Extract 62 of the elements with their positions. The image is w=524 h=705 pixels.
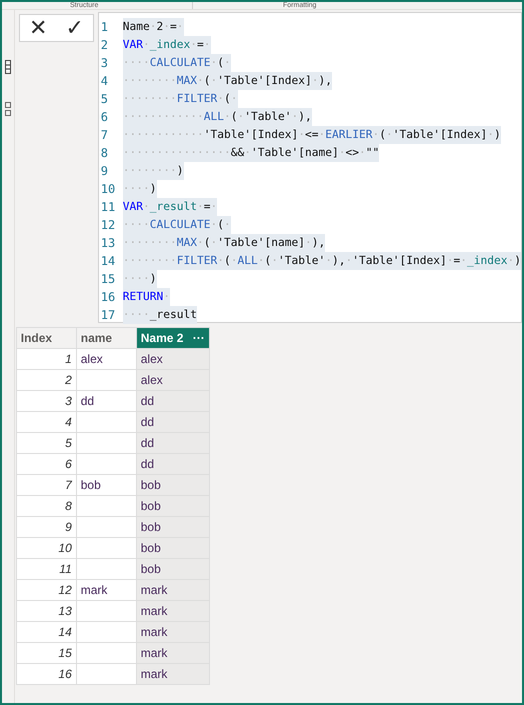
table-cell: 5 bbox=[65, 436, 72, 450]
table-cell: dd bbox=[80, 394, 94, 408]
table-cell: 12 bbox=[58, 583, 72, 597]
line-number: 17 bbox=[100, 307, 116, 324]
table-cell: dd bbox=[140, 415, 154, 429]
commit-button[interactable]: ✓ bbox=[66, 17, 84, 39]
table-cell: mark bbox=[140, 583, 168, 597]
table-cell: mark bbox=[140, 667, 168, 681]
table-cell: bob bbox=[80, 478, 101, 492]
column-header-label: Name 2 bbox=[140, 330, 184, 347]
model-view-icon[interactable] bbox=[4, 102, 11, 116]
table-cell: 13 bbox=[58, 604, 72, 618]
table-cell: bob bbox=[140, 478, 161, 492]
line-number: 12 bbox=[100, 217, 116, 234]
cancel-button[interactable]: ✕ bbox=[29, 17, 47, 39]
table-cell: alex bbox=[140, 352, 163, 366]
code-editor[interactable] bbox=[98, 12, 522, 323]
line-number: 14 bbox=[100, 253, 116, 270]
table-cell: mark bbox=[80, 583, 108, 597]
line-number: 7 bbox=[100, 127, 109, 144]
column-menu-button[interactable]: ··· bbox=[192, 329, 205, 347]
table-cell: 11 bbox=[59, 562, 72, 576]
table-cell: 14 bbox=[58, 625, 72, 639]
table-cell: alex bbox=[80, 352, 103, 366]
line-number: 8 bbox=[100, 145, 109, 162]
table-cell: mark bbox=[140, 646, 168, 660]
table-view-icon[interactable] bbox=[4, 60, 11, 74]
table-cell: 9 bbox=[65, 520, 72, 534]
line-number: 5 bbox=[100, 91, 109, 108]
table-cell: bob bbox=[140, 541, 161, 555]
table-cell: dd bbox=[140, 436, 154, 450]
table-cell: 3 bbox=[65, 394, 72, 408]
table-cell: 2 bbox=[65, 373, 72, 387]
line-number: 4 bbox=[100, 73, 109, 90]
line-number: 6 bbox=[100, 109, 109, 126]
column-header[interactable]: name bbox=[76, 328, 136, 348]
line-number: 1 bbox=[100, 19, 109, 36]
line-number: 9 bbox=[100, 163, 109, 180]
table-cell: 7 bbox=[65, 478, 72, 492]
line-number: 16 bbox=[100, 289, 116, 306]
table-cell: 10 bbox=[58, 541, 72, 555]
column-header[interactable]: Index bbox=[16, 328, 76, 348]
table-cell: 6 bbox=[65, 457, 72, 471]
table-cell: dd bbox=[140, 457, 154, 471]
table-cell: bob bbox=[140, 520, 161, 534]
line-number: 10 bbox=[100, 181, 116, 198]
table-cell: bob bbox=[140, 562, 161, 576]
line-number: 2 bbox=[100, 37, 109, 54]
table-cell: dd bbox=[140, 394, 154, 408]
table-cell: 1 bbox=[65, 352, 72, 366]
line-number: 13 bbox=[100, 235, 116, 252]
table-cell: 4 bbox=[65, 415, 72, 429]
line-number: 11 bbox=[100, 199, 116, 216]
line-number: 3 bbox=[100, 55, 109, 72]
table-cell: alex bbox=[140, 373, 163, 387]
table-cell: 16 bbox=[58, 667, 72, 681]
table-cell: mark bbox=[140, 604, 168, 618]
line-number: 15 bbox=[100, 271, 116, 288]
table-cell: 15 bbox=[58, 646, 72, 660]
table-cell: bob bbox=[140, 499, 161, 513]
table-cell: 8 bbox=[65, 499, 72, 513]
table-cell: mark bbox=[140, 625, 168, 639]
